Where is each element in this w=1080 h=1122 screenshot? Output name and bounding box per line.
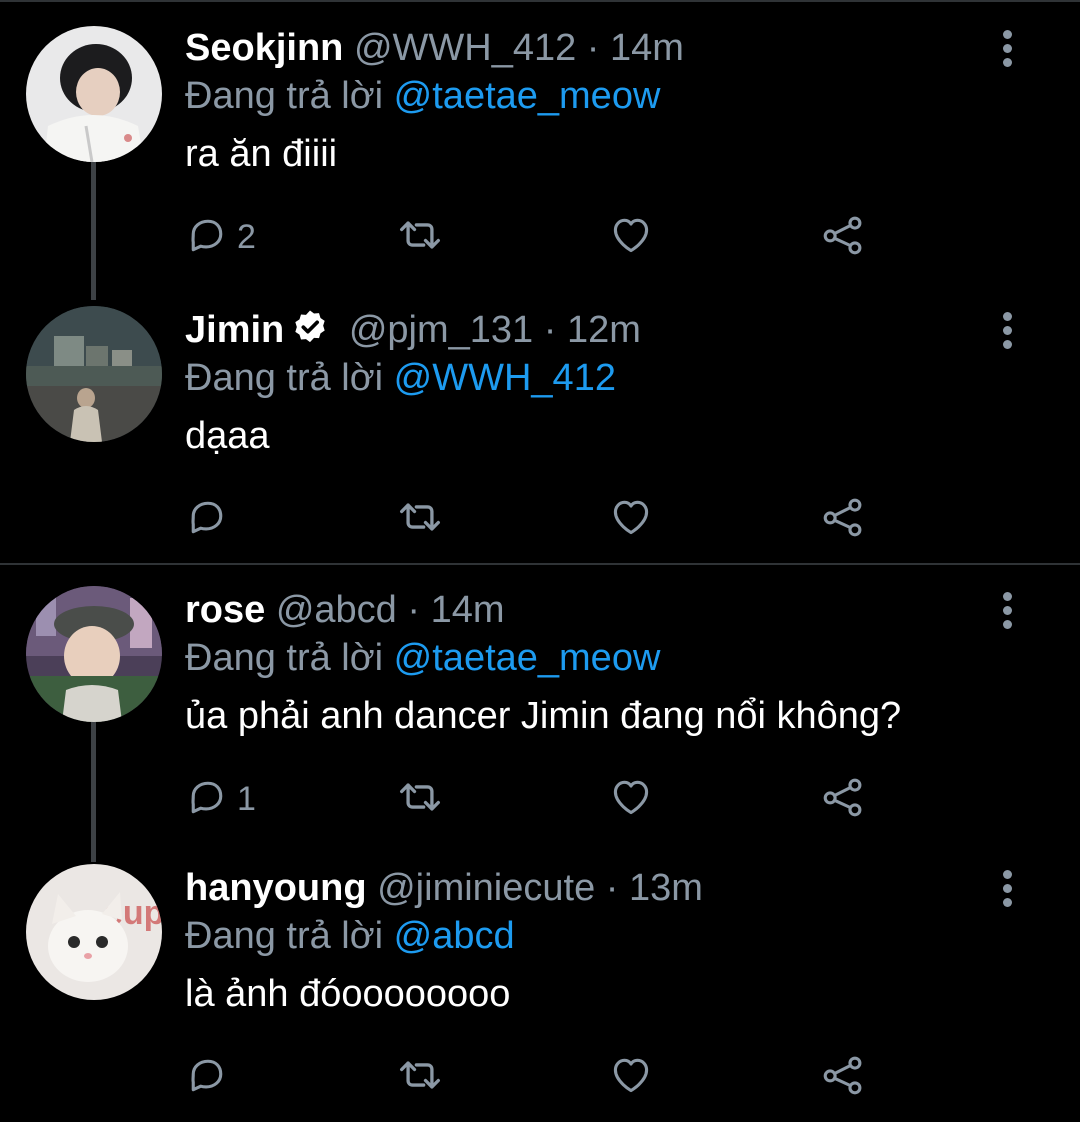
reply-prefix: Đang trả lời	[185, 915, 384, 957]
handle[interactable]: @WWH_412	[354, 27, 576, 69]
handle[interactable]: @jiminiecute	[377, 867, 595, 909]
share-icon	[821, 1053, 865, 1102]
tweet-header: hanyoung @jiminiecute · 13m	[185, 864, 703, 912]
avatar[interactable]	[26, 586, 162, 722]
timestamp[interactable]: 13m	[629, 867, 703, 909]
reply-prefix: Đang trả lời	[185, 75, 384, 117]
like-button[interactable]	[609, 774, 653, 824]
retweet-icon	[395, 495, 445, 544]
retweet-icon	[395, 1053, 445, 1102]
replying-to: Đang trả lời @taetae_meow	[185, 634, 660, 682]
action-bar: 2	[185, 212, 885, 262]
thread-line	[91, 162, 96, 300]
action-bar: 1	[185, 774, 885, 824]
reply-icon	[185, 495, 229, 544]
reply-count: 1	[237, 779, 256, 818]
reply-count: 2	[237, 217, 256, 256]
display-name[interactable]: hanyoung	[185, 867, 367, 909]
action-bar	[185, 494, 885, 544]
share-icon	[821, 775, 865, 824]
more-icon[interactable]	[994, 310, 1022, 350]
reply-button[interactable]	[185, 1052, 237, 1102]
avatar[interactable]	[26, 306, 162, 442]
like-icon	[609, 775, 653, 824]
separator: ·	[543, 309, 557, 351]
mention-link[interactable]: @abcd	[394, 915, 515, 957]
more-icon[interactable]	[994, 868, 1022, 908]
retweet-button[interactable]	[395, 774, 445, 824]
retweet-icon	[395, 213, 445, 262]
replying-to: Đang trả lời @abcd	[185, 912, 515, 960]
reply-prefix: Đang trả lời	[185, 637, 384, 679]
reply-button[interactable]: 1	[185, 774, 256, 824]
verified-badge-icon	[290, 308, 330, 360]
like-icon	[609, 495, 653, 544]
more-icon[interactable]	[994, 590, 1022, 630]
replying-to: Đang trả lời @taetae_meow	[185, 72, 660, 120]
tweet-text: dạaa	[185, 415, 270, 457]
display-name[interactable]: Seokjinn	[185, 27, 343, 69]
separator: ·	[586, 27, 600, 69]
reply-button[interactable]: 2	[185, 212, 256, 262]
reply-icon	[185, 1053, 229, 1102]
handle[interactable]: @pjm_131	[349, 309, 533, 351]
separator: ·	[407, 589, 421, 631]
retweet-button[interactable]	[395, 494, 445, 544]
share-button[interactable]	[821, 494, 865, 544]
share-icon	[821, 495, 865, 544]
display-name[interactable]: rose	[185, 589, 265, 631]
tweet-text: ủa phải anh dancer Jimin đang nổi không?	[185, 695, 902, 737]
tweet-text: là ảnh đóoooooooo	[185, 973, 511, 1015]
replying-to: Đang trả lời @WWH_412	[185, 354, 616, 402]
action-bar	[185, 1052, 885, 1102]
avatar[interactable]	[26, 26, 162, 162]
share-button[interactable]	[821, 774, 865, 824]
timestamp[interactable]: 12m	[567, 309, 641, 351]
timestamp[interactable]: 14m	[431, 589, 505, 631]
display-name[interactable]: Jimin	[185, 309, 284, 351]
like-button[interactable]	[609, 494, 653, 544]
reply-icon	[185, 775, 229, 824]
tweet-header: Jimin @pjm_131 · 12m	[185, 306, 641, 354]
retweet-icon	[395, 775, 445, 824]
more-icon[interactable]	[994, 28, 1022, 68]
top-divider	[0, 0, 1080, 2]
like-button[interactable]	[609, 1052, 653, 1102]
avatar[interactable]: sup	[26, 864, 162, 1000]
retweet-button[interactable]	[395, 1052, 445, 1102]
separator: ·	[605, 867, 619, 909]
like-icon	[609, 1053, 653, 1102]
reply-icon	[185, 213, 229, 262]
handle[interactable]: @abcd	[276, 589, 397, 631]
tweet-text: ra ăn điiii	[185, 133, 338, 175]
thread-line	[91, 722, 96, 862]
reply-button[interactable]	[185, 494, 237, 544]
reply-prefix: Đang trả lời	[185, 357, 384, 399]
share-icon	[821, 213, 865, 262]
retweet-button[interactable]	[395, 212, 445, 262]
mention-link[interactable]: @taetae_meow	[394, 75, 661, 117]
tweet-header: rose @abcd · 14m	[185, 586, 505, 634]
like-icon	[609, 213, 653, 262]
mention-link[interactable]: @WWH_412	[394, 357, 616, 399]
timestamp[interactable]: 14m	[610, 27, 684, 69]
mention-link[interactable]: @taetae_meow	[394, 637, 661, 679]
like-button[interactable]	[609, 212, 653, 262]
share-button[interactable]	[821, 1052, 865, 1102]
tweet-header: Seokjinn @WWH_412 · 14m	[185, 24, 684, 72]
thread-divider	[0, 563, 1080, 565]
share-button[interactable]	[821, 212, 865, 262]
